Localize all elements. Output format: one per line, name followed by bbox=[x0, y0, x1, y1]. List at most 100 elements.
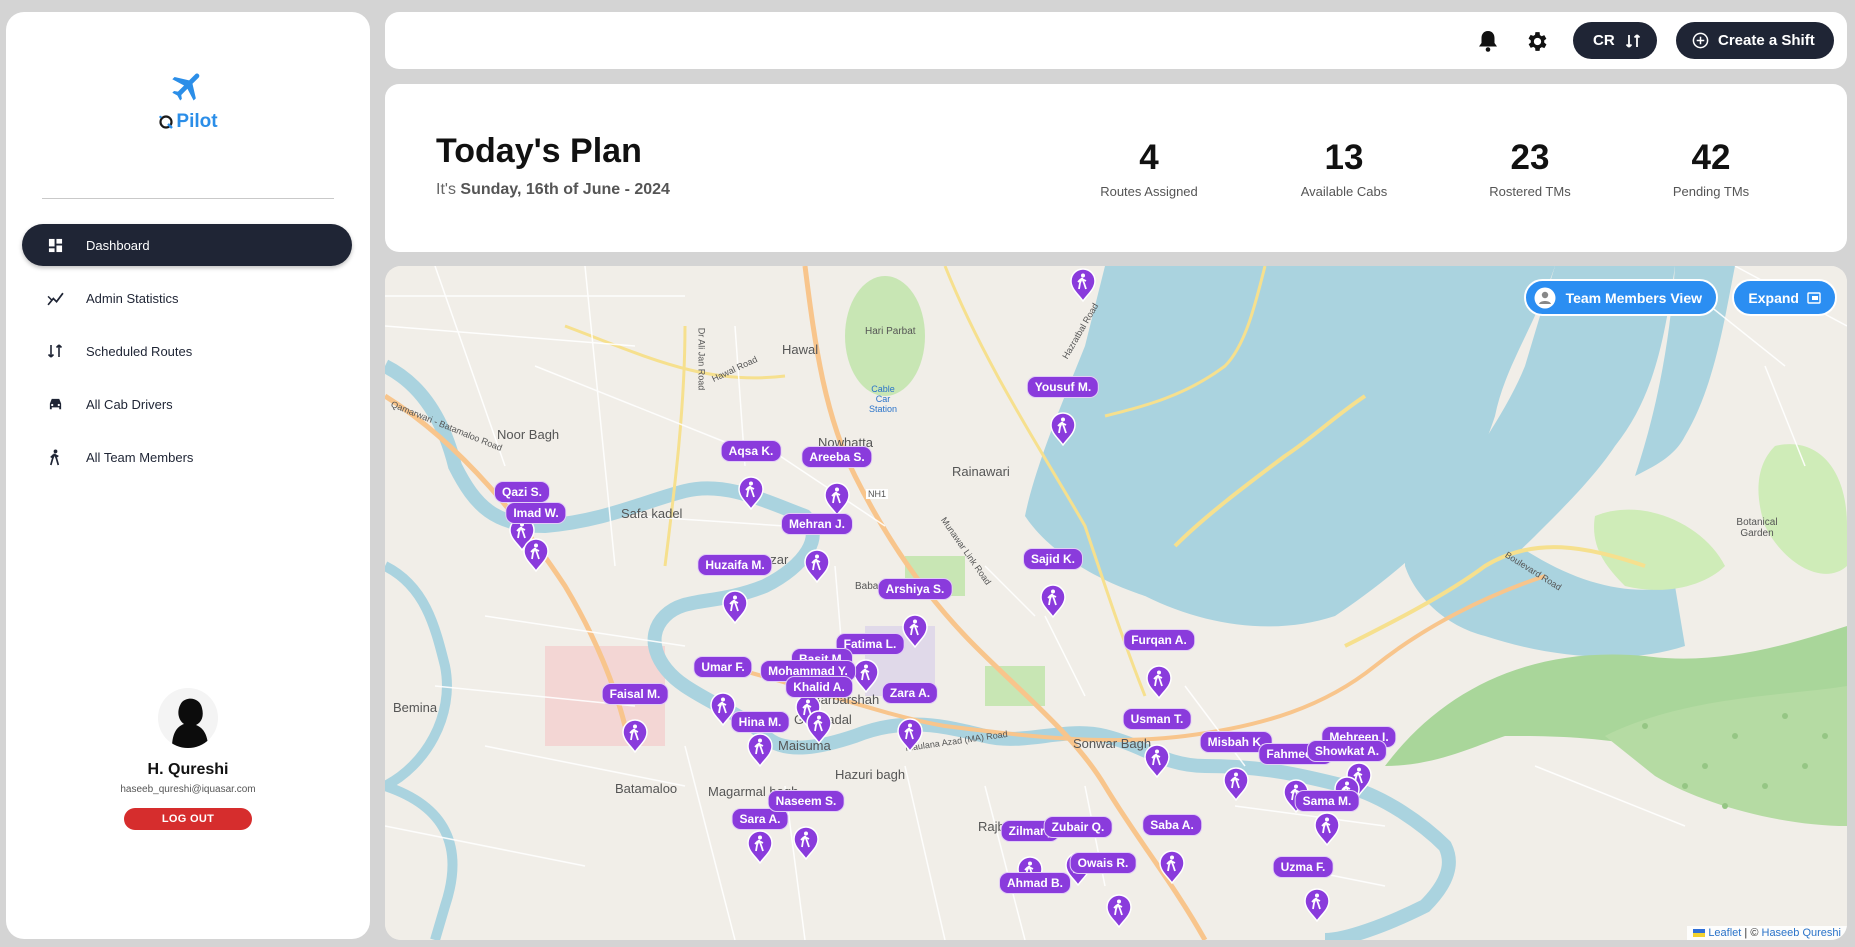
person-pin-icon bbox=[1106, 894, 1132, 928]
expand-label: Expand bbox=[1748, 289, 1799, 306]
stat-pending-tms: 42 Pending TMs bbox=[1636, 138, 1786, 199]
sidebar-divider bbox=[42, 198, 334, 199]
place-label: Hari Parbat bbox=[865, 326, 916, 337]
person-pin-icon bbox=[1223, 767, 1249, 801]
place-label: Dr Ali Jan Road bbox=[696, 327, 707, 391]
bell-icon[interactable] bbox=[1474, 27, 1502, 55]
stat-value: 23 bbox=[1510, 138, 1550, 177]
gear-icon[interactable] bbox=[1523, 27, 1551, 55]
person-pin-icon bbox=[747, 733, 773, 767]
sidebar-item-label: Dashboard bbox=[86, 237, 150, 253]
place-label: Noor Bagh bbox=[497, 427, 560, 442]
app-logo[interactable]: Pilot bbox=[6, 67, 370, 135]
marker-label: Qazi S. bbox=[493, 481, 551, 503]
person-pin-icon bbox=[738, 476, 764, 510]
person-pin-icon bbox=[722, 590, 748, 624]
map-tiles[interactable] bbox=[385, 266, 1847, 940]
person-pin-icon bbox=[747, 830, 773, 864]
marker-label: Naseem S. bbox=[767, 790, 845, 812]
person-pin-icon bbox=[1040, 584, 1066, 618]
sidebar-item-dashboard[interactable]: Dashboard bbox=[22, 224, 352, 266]
sidebar-item-all-team-members[interactable]: All Team Members bbox=[22, 436, 352, 478]
expand-icon bbox=[1807, 291, 1821, 304]
marker-label: Areeba S. bbox=[801, 446, 873, 468]
marker-label: Zubair Q. bbox=[1043, 816, 1113, 838]
sidebar-item-all-cab-drivers[interactable]: All Cab Drivers bbox=[22, 383, 352, 425]
place-label: Sonwar Bagh bbox=[1073, 736, 1152, 751]
stat-label: Rostered TMs bbox=[1489, 184, 1571, 199]
marker-label: Sama M. bbox=[1294, 790, 1360, 812]
person-pin-icon bbox=[804, 549, 830, 583]
user-switch-button[interactable]: CR bbox=[1573, 22, 1657, 59]
attribution-separator: | bbox=[1744, 927, 1748, 939]
marker-label: Uzma F. bbox=[1272, 856, 1334, 878]
create-shift-button[interactable]: Create a Shift bbox=[1676, 22, 1834, 59]
create-shift-label: Create a Shift bbox=[1718, 32, 1815, 49]
stat-label: Routes Assigned bbox=[1100, 184, 1198, 199]
page-title: Today's Plan bbox=[436, 132, 642, 170]
profile-email: haseeb_qureshi@iquasar.com bbox=[120, 784, 256, 795]
stat-routes-assigned: 4 Routes Assigned bbox=[1074, 138, 1224, 199]
dashboard-icon bbox=[46, 236, 64, 254]
car-icon bbox=[46, 395, 64, 413]
walker-icon bbox=[46, 448, 64, 466]
place-label: NH1 bbox=[866, 489, 889, 499]
sidebar-item-admin-statistics[interactable]: Admin Statistics bbox=[22, 277, 352, 319]
marker-label: Sajid K. bbox=[1022, 548, 1084, 570]
logout-button[interactable]: LOG OUT bbox=[124, 808, 252, 830]
user-profile: H. Qureshi haseeb_qureshi@iquasar.com LO… bbox=[6, 688, 370, 830]
marker-label: Hina M. bbox=[730, 711, 790, 733]
person-pin-icon bbox=[902, 614, 928, 648]
person-pin-icon bbox=[523, 538, 549, 572]
plan-date-value: Sunday, 16th of June - 2024 bbox=[460, 181, 670, 198]
routes-icon bbox=[46, 342, 64, 360]
person-pin-icon bbox=[1304, 888, 1330, 922]
marker-label: Showkat A. bbox=[1306, 740, 1388, 762]
todays-plan-card: Today's Plan It's Sunday, 16th of June -… bbox=[385, 84, 1847, 252]
marker-label: Ahmad B. bbox=[998, 872, 1072, 894]
person-pin-icon bbox=[806, 710, 832, 744]
marker-label: Khalid A. bbox=[785, 676, 853, 698]
swap-icon bbox=[1625, 33, 1641, 49]
expand-map-button[interactable]: Expand bbox=[1732, 279, 1837, 316]
marker-label: Umar F. bbox=[693, 656, 753, 678]
team-members-map[interactable]: Hawal Nowhatta Rainawari Noor Bagh Safa … bbox=[385, 266, 1847, 940]
avatar bbox=[158, 688, 218, 748]
sidebar-item-label: Scheduled Routes bbox=[86, 343, 193, 359]
stat-value: 42 bbox=[1691, 138, 1731, 177]
app-name: Pilot bbox=[158, 111, 218, 133]
person-pin-icon bbox=[793, 826, 819, 860]
marker-label: Yousuf M. bbox=[1026, 376, 1100, 398]
person-pin-icon bbox=[1146, 665, 1172, 699]
person-pin-icon bbox=[622, 719, 648, 753]
marker-label: Huzaifa M. bbox=[697, 554, 773, 576]
plus-circle-icon bbox=[1692, 32, 1709, 49]
place-label: Safa kadel bbox=[621, 506, 683, 521]
team-members-view-button[interactable]: Team Members View bbox=[1523, 279, 1718, 316]
marker-label: Furqan A. bbox=[1123, 629, 1195, 651]
marker-label: Zara A. bbox=[881, 682, 939, 704]
stat-available-cabs: 13 Available Cabs bbox=[1269, 138, 1419, 199]
marker-label: Aqsa K. bbox=[720, 440, 782, 462]
plan-date: It's Sunday, 16th of June - 2024 bbox=[436, 181, 670, 199]
airplane-icon bbox=[172, 73, 200, 101]
flag-icon bbox=[1693, 929, 1706, 938]
sidebar-item-scheduled-routes[interactable]: Scheduled Routes bbox=[22, 330, 352, 372]
person-pin-icon bbox=[1314, 812, 1340, 846]
sidebar: Pilot Dashboard Admin Statistics Schedul… bbox=[6, 12, 370, 939]
team-members-view-label: Team Members View bbox=[1565, 289, 1702, 306]
place-label: Rainawari bbox=[952, 464, 1010, 479]
leaflet-link[interactable]: Leaflet bbox=[1708, 927, 1741, 939]
user-avatar-icon bbox=[1534, 287, 1556, 309]
person-pin-icon bbox=[1070, 268, 1096, 302]
author-link[interactable]: Haseeb Qureshi bbox=[1762, 927, 1842, 939]
app-name-text: Pilot bbox=[176, 111, 218, 132]
sidebar-item-label: All Cab Drivers bbox=[86, 396, 173, 412]
person-pin-icon bbox=[1144, 744, 1170, 778]
place-label: Botanical Garden bbox=[1736, 517, 1778, 539]
person-pin-icon bbox=[897, 718, 923, 752]
stat-rostered-tms: 23 Rostered TMs bbox=[1455, 138, 1605, 199]
marker-label: Usman T. bbox=[1122, 708, 1192, 730]
person-pin-icon bbox=[824, 482, 850, 516]
stat-value: 4 bbox=[1139, 138, 1159, 177]
